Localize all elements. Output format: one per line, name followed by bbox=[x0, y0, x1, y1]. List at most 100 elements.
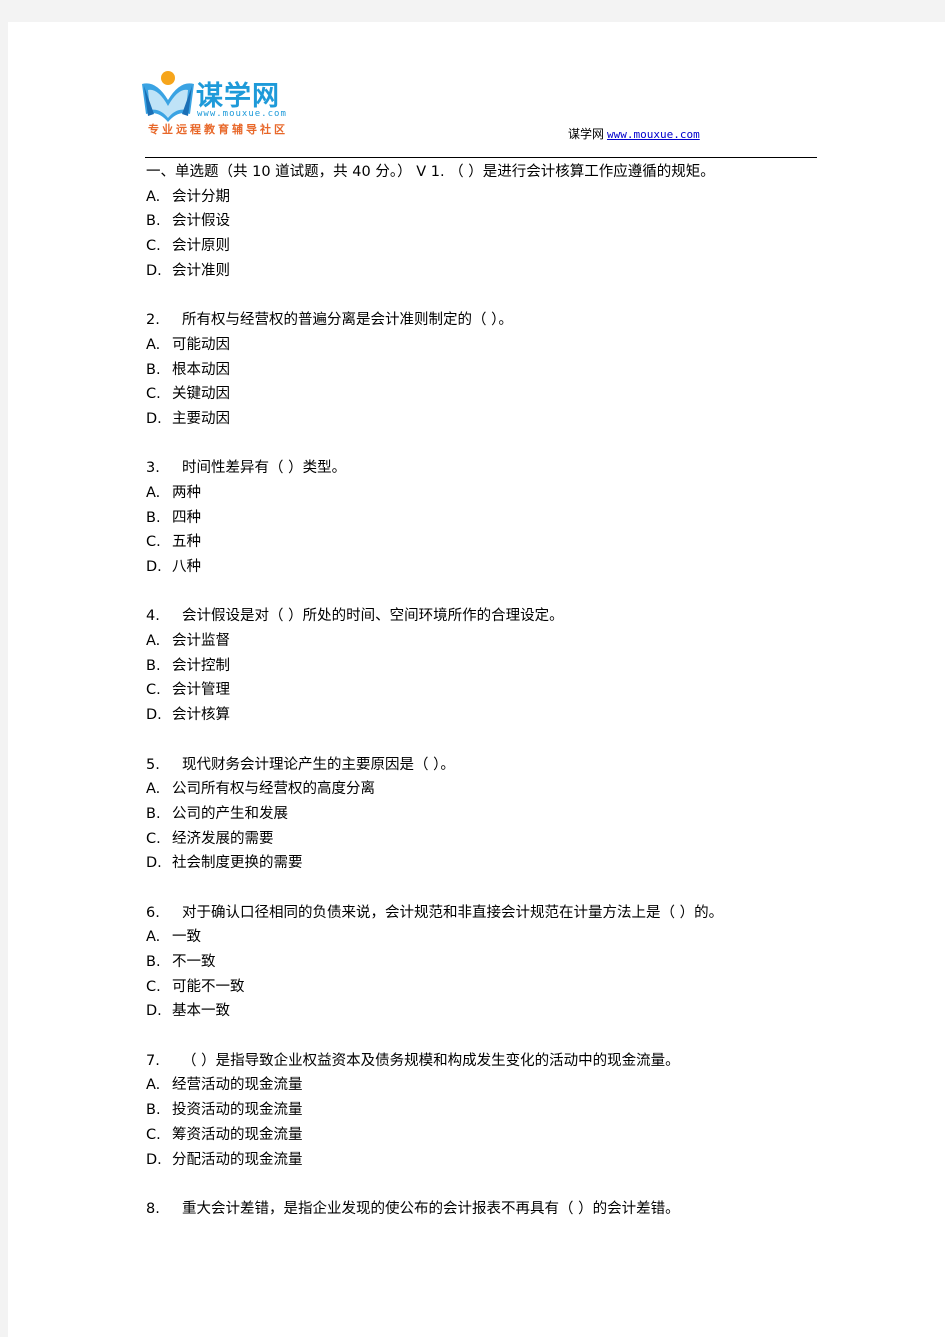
option-label: B. bbox=[146, 657, 161, 674]
option-text: 可能动因 bbox=[172, 336, 230, 353]
book-logo-icon bbox=[142, 71, 194, 122]
option-text: 五种 bbox=[172, 534, 201, 551]
option-label: A. bbox=[146, 781, 161, 798]
answer-option: C. 关键动因 bbox=[146, 382, 826, 407]
site-link[interactable]: www.mouxue.com bbox=[607, 128, 700, 141]
question-block: 7. （ ）是指导致企业权益资本及债务规模和构成发生变化的活动中的现金流量。 A. 经… bbox=[146, 1024, 826, 1172]
question-block: 2. 所有权与经营权的普遍分离是会计准则制定的（ ）。 A. 可能动因 B. 根本动因 C.… bbox=[146, 283, 826, 431]
answer-option: B. 会计控制 bbox=[146, 654, 826, 679]
option-text: 会计分期 bbox=[172, 188, 230, 205]
answer-option: D. 主要动因 bbox=[146, 407, 826, 432]
option-text: 公司所有权与经营权的高度分离 bbox=[172, 781, 375, 798]
option-text: 基本一致 bbox=[172, 1003, 230, 1020]
answer-option: C. 五种 bbox=[146, 530, 826, 555]
option-label: C. bbox=[146, 830, 161, 847]
question-number: 3. bbox=[146, 460, 160, 477]
question-stem: 4. 会计假设是对（ ）所处的时间、空间环境所作的合理设定。 bbox=[146, 604, 826, 629]
option-text: 投资活动的现金流量 bbox=[172, 1102, 303, 1119]
question-stem: 6. 对于确认口径相同的负债来说，会计规范和非直接会计规范在计量方法上是（ ）的。 bbox=[146, 901, 826, 926]
option-label: B. bbox=[146, 954, 161, 970]
option-label: D. bbox=[146, 707, 162, 724]
question-number: 2. bbox=[146, 312, 160, 329]
answer-option: D. 分配活动的现金流量 bbox=[146, 1148, 826, 1173]
answer-option: B. 根本动因 bbox=[146, 358, 826, 383]
option-label: A. bbox=[146, 336, 161, 353]
option-label: C. bbox=[146, 386, 161, 403]
option-label: B. bbox=[146, 213, 161, 230]
option-text: 会计准则 bbox=[172, 262, 230, 279]
answer-option: C. 筹资活动的现金流量 bbox=[146, 1123, 826, 1148]
option-label: A. bbox=[146, 484, 161, 501]
answer-option: C. 会计原则 bbox=[146, 234, 826, 259]
option-text: 八种 bbox=[172, 559, 201, 575]
answer-option: B. 公司的产生和发展 bbox=[146, 802, 826, 827]
option-text: 经营活动的现金流量 bbox=[172, 1077, 303, 1094]
option-text: 会计监督 bbox=[172, 633, 230, 650]
logo-slogan: 专业远程教育辅导社区 bbox=[148, 123, 288, 136]
question-stem: 5. 现代财务会计理论产生的主要原因是（ ）。 bbox=[146, 753, 826, 778]
answer-option: D. 会计准则 bbox=[146, 259, 826, 284]
option-label: C. bbox=[146, 978, 161, 995]
header-divider bbox=[145, 157, 817, 158]
option-label: C. bbox=[146, 682, 161, 699]
answer-option: A. 一致 bbox=[146, 925, 826, 950]
answer-option: D. 八种 bbox=[146, 555, 826, 580]
question-text: 对于确认口径相同的负债来说，会计规范和非直接会计规范在计量方法上是（ ）的。 bbox=[182, 904, 724, 921]
option-label: D. bbox=[146, 1003, 162, 1020]
answer-option: D. 基本一致 bbox=[146, 999, 826, 1024]
option-label: C. bbox=[146, 238, 161, 255]
option-text: 会计管理 bbox=[172, 682, 230, 699]
question-block: A. 会计分期 B. 会计假设 C. 会计原则 D. 会计准则 bbox=[146, 185, 826, 284]
logo-name: 谋学网 bbox=[196, 81, 280, 112]
answer-option: A. 经营活动的现金流量 bbox=[146, 1073, 826, 1098]
option-text: 会计控制 bbox=[172, 657, 230, 674]
answer-option: C. 经济发展的需要 bbox=[146, 827, 826, 852]
option-text: 会计假设 bbox=[172, 213, 230, 230]
option-text: 不一致 bbox=[172, 954, 216, 970]
option-text: 会计原则 bbox=[172, 238, 230, 255]
option-label: D. bbox=[146, 559, 162, 575]
option-label: D. bbox=[146, 1151, 162, 1168]
question-stem: 2. 所有权与经营权的普遍分离是会计准则制定的（ ）。 bbox=[146, 308, 826, 333]
answer-option: A. 会计监督 bbox=[146, 629, 826, 654]
answer-option: A. 两种 bbox=[146, 481, 826, 506]
option-text: 根本动因 bbox=[172, 361, 230, 378]
answer-option: B. 会计假设 bbox=[146, 209, 826, 234]
option-label: B. bbox=[146, 361, 161, 378]
option-label: A. bbox=[146, 1077, 161, 1094]
site-label: 谋学网 bbox=[568, 127, 605, 141]
option-text: 分配活动的现金流量 bbox=[172, 1151, 303, 1168]
question-number: 5. bbox=[146, 756, 160, 773]
option-text: 社会制度更换的需要 bbox=[172, 855, 303, 872]
answer-option: B. 四种 bbox=[146, 506, 826, 531]
answer-option: A. 公司所有权与经营权的高度分离 bbox=[146, 777, 826, 802]
question-list: 一、单选题（共 10 道试题，共 40 分。） V 1. （ ）是进行会计核算工… bbox=[146, 160, 826, 1222]
option-text: 经济发展的需要 bbox=[172, 830, 274, 847]
answer-option: D. 社会制度更换的需要 bbox=[146, 851, 826, 876]
question-block: 6. 对于确认口径相同的负债来说，会计规范和非直接会计规范在计量方法上是（ ）的。… bbox=[146, 876, 826, 1024]
header-site-info: 谋学网 www.mouxue.com bbox=[568, 125, 700, 142]
question-number: 8. bbox=[146, 1200, 160, 1217]
question-text: 重大会计差错，是指企业发现的使公布的会计报表不再具有（ ）的会计差错。 bbox=[182, 1200, 680, 1217]
question-block: 8. 重大会计差错，是指企业发现的使公布的会计报表不再具有（ ）的会计差错。 bbox=[146, 1172, 826, 1221]
option-text: 四种 bbox=[172, 509, 201, 526]
answer-option: B. 不一致 bbox=[146, 950, 826, 975]
option-text: 筹资活动的现金流量 bbox=[172, 1126, 303, 1143]
site-logo: 谋学网 www.mouxue.com 专业远程教育辅导社区 bbox=[138, 68, 338, 140]
answer-option: C. 会计管理 bbox=[146, 678, 826, 703]
question-number: 6. bbox=[146, 904, 160, 921]
question-text: 时间性差异有（ ）类型。 bbox=[182, 460, 347, 477]
answer-option: A. 可能动因 bbox=[146, 333, 826, 358]
answer-option: C. 可能不一致 bbox=[146, 975, 826, 1000]
option-text: 关键动因 bbox=[172, 386, 230, 403]
question-block: 3. 时间性差异有（ ）类型。 A. 两种 B. 四种 C. 五种 D. 八种 bbox=[146, 432, 826, 580]
option-text: 主要动因 bbox=[172, 410, 230, 427]
question-number: 7. bbox=[146, 1052, 160, 1069]
option-label: B. bbox=[146, 1102, 161, 1119]
